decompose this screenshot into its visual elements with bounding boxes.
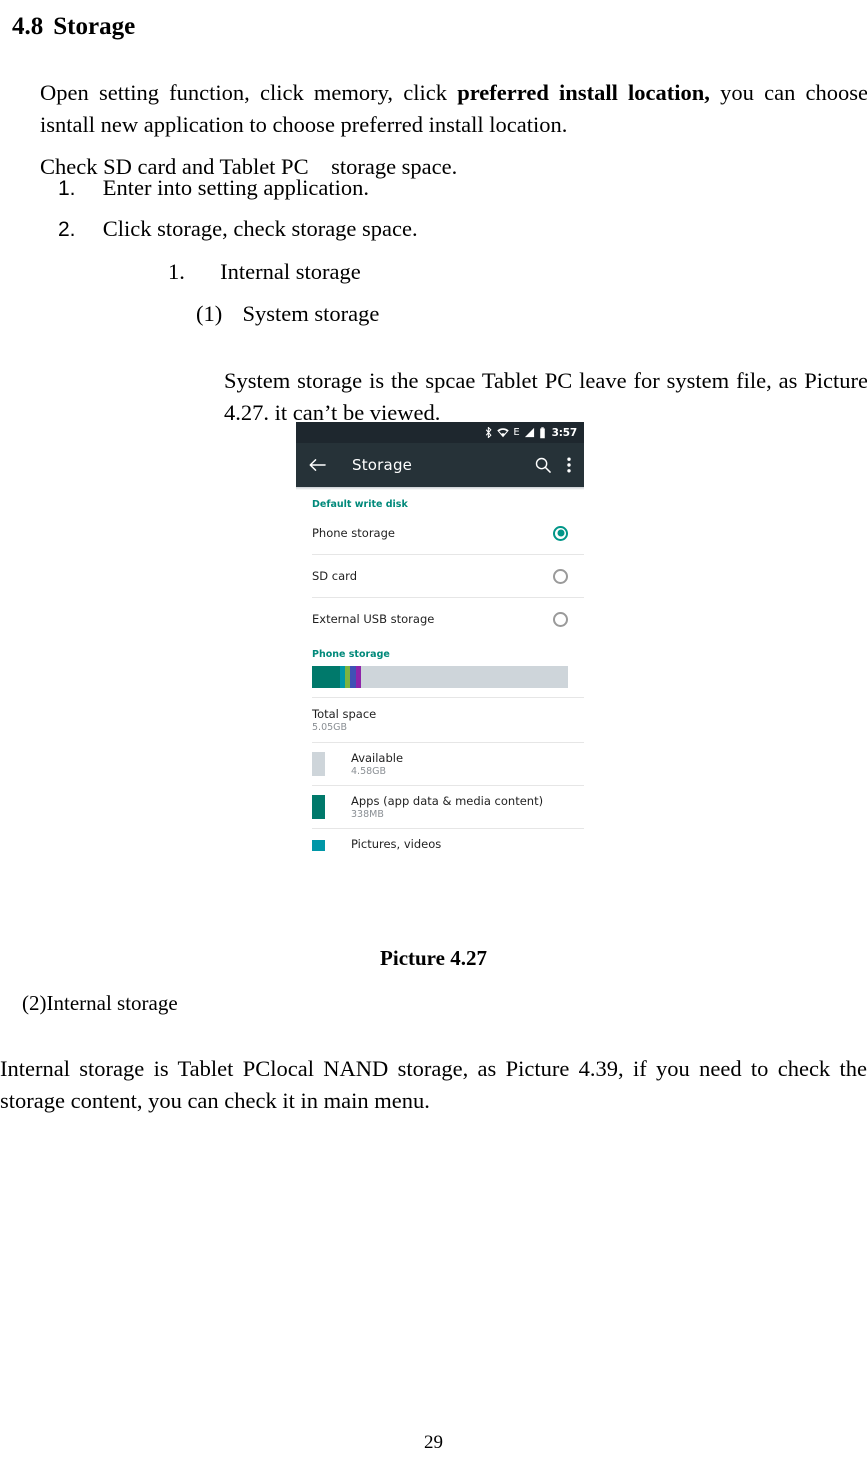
list-item-label: Click storage, check storage space. [102, 216, 418, 241]
radio-label: Phone storage [312, 526, 395, 540]
list-item-label: Internal storage [220, 259, 361, 284]
radio-button-external-usb-storage[interactable] [553, 611, 568, 627]
list-item-phone-storage[interactable]: Phone storage [296, 512, 584, 554]
paragraph-open-setting: Open setting function, click memory, cli… [40, 77, 867, 141]
list-item: 1. Internal storage [168, 257, 361, 287]
section-number: 4.8 [12, 12, 44, 40]
paragraph-internal-storage: Internal storage is Tablet PClocal NAND … [0, 1055, 867, 1113]
radio-button-sd-card[interactable] [553, 568, 568, 584]
section-header-phone-storage: Phone storage [312, 649, 390, 660]
page-number: 29 [424, 1432, 443, 1453]
list-item-sd-card[interactable]: SD card [296, 555, 584, 597]
paragraph-1-lead: Open setting function, click memory, cli… [40, 79, 458, 105]
figure-android-storage-screenshot: E 3:57 Storage Default write disk Phone … [296, 422, 584, 925]
list-item-apps[interactable]: Apps (app data & media content) 338MB [296, 786, 584, 828]
bluetooth-icon [485, 427, 493, 438]
legend-swatch-available [312, 752, 325, 776]
subsection-internal-storage: (2)Internal storage [22, 991, 178, 1015]
list-item-external-usb-storage[interactable]: External USB storage [296, 598, 584, 640]
legend-label: Available [351, 751, 404, 765]
storage-bar-segment [312, 666, 341, 688]
status-bar-clock: 3:57 [551, 426, 578, 439]
document-page: 4.8 Storage Open setting function, click … [0, 0, 867, 1473]
radio-button-phone-storage[interactable] [553, 525, 568, 541]
app-bar-title: Storage [352, 456, 413, 474]
legend-text: Available 4.58GB [351, 751, 403, 777]
legend-text: Pictures, videos [351, 837, 441, 851]
legend-swatch-apps [312, 795, 325, 819]
radio-label: SD card [312, 569, 358, 583]
list-item-number: 1. [168, 259, 185, 284]
network-type-label: E [513, 426, 520, 438]
list-item-available[interactable]: Available 4.58GB [296, 743, 584, 785]
preferred-install-location-bold: preferred install location, [457, 79, 710, 105]
wifi-icon [497, 427, 510, 438]
legend-value: 338MB [351, 809, 384, 820]
list-item-pictures-videos[interactable]: Pictures, videos [296, 829, 584, 859]
total-space-value: 5.05GB [312, 722, 348, 733]
back-arrow-icon[interactable] [309, 458, 326, 472]
list-item: 2. Click storage, check storage space. [58, 214, 418, 245]
list-item: (1) System storage [196, 299, 379, 329]
legend-label: Pictures, videos [351, 837, 442, 851]
legend-swatch-pictures-videos [312, 840, 325, 851]
battery-icon [539, 426, 546, 439]
section-header-default-write-disk: Default write disk [312, 499, 408, 510]
list-item-label: System storage [242, 301, 380, 326]
list-item-number: (1) [196, 301, 223, 326]
section-title: Storage [53, 12, 136, 40]
storage-usage-bar [312, 666, 568, 688]
app-bar: Storage [296, 443, 584, 487]
total-space-row: Total space 5.05GB [296, 698, 584, 742]
list-item-number: 1. [58, 177, 76, 200]
radio-label: External USB storage [312, 612, 435, 626]
storage-bar-container [296, 662, 584, 688]
figure-caption: Picture 4.27 [380, 946, 487, 970]
legend-text: Apps (app data & media content) 338MB [351, 794, 543, 820]
total-space-label: Total space [312, 707, 377, 721]
signal-icon [524, 427, 535, 438]
legend-label: Apps (app data & media content) [351, 794, 544, 808]
paragraph-system-storage: System storage is the spcae Tablet PC le… [224, 367, 867, 425]
status-bar: E 3:57 [296, 422, 584, 443]
list-item-label: Enter into setting application. [102, 175, 369, 200]
page-title: 4.8 Storage [12, 13, 135, 41]
list-item-number: 2. [58, 218, 76, 241]
overflow-menu-icon[interactable] [567, 457, 571, 473]
list-item: 1. Enter into setting application. [58, 173, 369, 204]
search-icon[interactable] [535, 457, 551, 473]
legend-value: 4.58GB [351, 766, 387, 777]
storage-bar-segment [361, 666, 568, 688]
